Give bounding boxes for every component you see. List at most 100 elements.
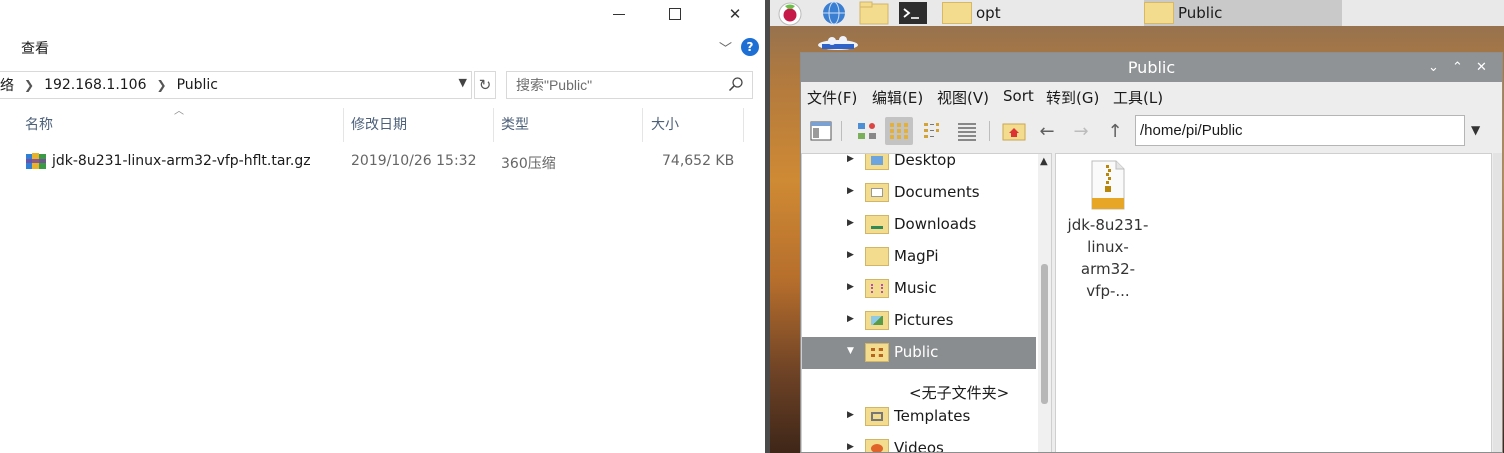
- column-header-size[interactable]: 大小: [645, 108, 742, 142]
- menu-view[interactable]: 视图(V): [937, 87, 989, 108]
- help-icon[interactable]: ?: [741, 38, 759, 56]
- collapse-arrow-icon[interactable]: ▼: [847, 346, 854, 356]
- downloads-folder-icon: [865, 215, 889, 234]
- tree-label: Desktop: [894, 153, 956, 169]
- archive-file-icon: [26, 153, 46, 169]
- detailed-list-view-button[interactable]: [953, 117, 981, 145]
- ribbon-tab-view[interactable]: 查看: [21, 38, 49, 58]
- tree-label: MagPi: [894, 247, 939, 265]
- expand-arrow-icon[interactable]: ▶: [847, 250, 854, 260]
- directory-tree: ▶ Desktop ▶ Documents ▶ Downloads ▶ MagP…: [801, 153, 1052, 452]
- scroll-up-icon[interactable]: ▲: [1040, 156, 1048, 167]
- chevron-up-icon[interactable]: ⌃: [1452, 53, 1463, 82]
- search-box[interactable]: [506, 71, 753, 99]
- search-icon[interactable]: [728, 76, 744, 92]
- tree-item-documents[interactable]: ▶ Documents: [802, 177, 1036, 209]
- menu-file[interactable]: 文件(F): [807, 87, 857, 108]
- breadcrumb-public[interactable]: Public: [177, 77, 218, 93]
- tree-scrollbar[interactable]: ▲: [1038, 154, 1051, 452]
- tree-item-downloads[interactable]: ▶ Downloads: [802, 209, 1036, 241]
- task-label: Public: [1178, 4, 1223, 22]
- icon-view-button[interactable]: [853, 117, 881, 145]
- close-button[interactable]: ✕: [712, 0, 758, 28]
- menu-edit[interactable]: 编辑(E): [872, 87, 923, 108]
- raspberry-menu-icon[interactable]: [776, 0, 804, 26]
- icon-view-icon: [858, 123, 876, 139]
- address-bar[interactable]: 络 ❯ 192.168.1.106 ❯ Public ▼: [0, 71, 472, 99]
- menu-tools[interactable]: 工具(L): [1113, 87, 1163, 108]
- arrow-up-icon: ↑: [1107, 120, 1123, 142]
- close-icon[interactable]: ✕: [1476, 53, 1487, 82]
- task-label: opt: [976, 4, 1001, 22]
- breadcrumb-network[interactable]: 络: [0, 75, 14, 95]
- minimize-button[interactable]: [596, 0, 642, 28]
- path-input[interactable]: [1136, 116, 1464, 145]
- table-row[interactable]: jdk-8u231-linux-arm32-vfp-hflt.tar.gz 20…: [22, 148, 750, 176]
- file-manager-window: Public ⌄ ⌃ ✕ 文件(F) 编辑(E) 视图(V) Sort 转到(G…: [800, 52, 1503, 453]
- expand-arrow-icon[interactable]: ▶: [847, 186, 854, 196]
- tree-item-magpi[interactable]: ▶ MagPi: [802, 241, 1036, 273]
- maximize-button[interactable]: [652, 0, 698, 28]
- chevron-down-icon[interactable]: ▼: [459, 76, 467, 89]
- menubar: 文件(F) 编辑(E) 视图(V) Sort 转到(G) 工具(L): [801, 83, 1502, 111]
- tree-item-templates[interactable]: ▶ Templates: [802, 401, 1036, 433]
- column-divider[interactable]: [493, 108, 494, 142]
- home-folder-icon: [1002, 123, 1026, 141]
- file-name: jdk-8u231-linux-arm32-vfp-hflt.tar.gz: [52, 153, 311, 169]
- terminal-icon[interactable]: [898, 0, 928, 26]
- file-label-line: linux-: [1087, 238, 1129, 256]
- scrollbar-thumb[interactable]: [1041, 264, 1048, 404]
- archive-file-icon: [1091, 160, 1125, 210]
- thumbnail-view-button[interactable]: [885, 117, 913, 145]
- up-button[interactable]: ↑: [1101, 117, 1129, 145]
- expand-arrow-icon[interactable]: ▶: [847, 314, 854, 324]
- watermark-text: https://blog.csdn.net/ap114: [1307, 425, 1488, 440]
- tree-item-videos[interactable]: ▶ Videos: [802, 433, 1036, 452]
- home-button[interactable]: [1000, 117, 1028, 145]
- chevron-right-icon[interactable]: ❯: [24, 78, 34, 92]
- expand-arrow-icon[interactable]: ▶: [847, 154, 854, 164]
- file-manager-icon[interactable]: [858, 0, 890, 26]
- tree-item-music[interactable]: ▶ Music: [802, 273, 1036, 305]
- web-browser-icon[interactable]: [820, 0, 848, 26]
- column-divider[interactable]: [343, 108, 344, 142]
- expand-arrow-icon[interactable]: ▶: [847, 218, 854, 228]
- back-button[interactable]: ←: [1033, 117, 1061, 145]
- tree-item-public[interactable]: ▼ Public: [802, 337, 1036, 369]
- file-size: 74,652 KB: [662, 153, 735, 169]
- expand-arrow-icon[interactable]: ▶: [847, 282, 854, 292]
- column-header-type[interactable]: 类型: [495, 108, 641, 142]
- taskbar-task-public[interactable]: Public: [1144, 0, 1342, 26]
- column-header-name[interactable]: 名称: [19, 108, 343, 142]
- taskbar-task-opt[interactable]: opt: [942, 0, 1142, 26]
- chevron-right-icon[interactable]: ❯: [157, 78, 167, 92]
- column-divider[interactable]: [743, 108, 744, 142]
- path-bar[interactable]: [1135, 115, 1465, 146]
- column-header-modified[interactable]: 修改日期: [345, 108, 493, 142]
- expand-arrow-icon[interactable]: ▶: [847, 410, 854, 420]
- expand-arrow-icon[interactable]: ▶: [847, 442, 854, 452]
- forward-button[interactable]: →: [1067, 117, 1095, 145]
- chevron-down-icon[interactable]: ▼: [1471, 123, 1480, 137]
- empty-subfolder-note: <无子文件夹>: [909, 384, 1010, 402]
- tree-item-desktop[interactable]: ▶ Desktop: [802, 153, 1036, 177]
- chevron-down-icon[interactable]: ⌄: [1428, 53, 1439, 82]
- menu-go[interactable]: 转到(G): [1046, 87, 1099, 108]
- tree-item-pictures[interactable]: ▶ Pictures: [802, 305, 1036, 337]
- templates-folder-icon: [865, 407, 889, 426]
- breadcrumb-host[interactable]: 192.168.1.106: [44, 77, 146, 93]
- menu-sort[interactable]: Sort: [1003, 87, 1034, 105]
- pane-scrollbar[interactable]: [1493, 153, 1502, 452]
- window-titlebar[interactable]: Public ⌄ ⌃ ✕: [801, 53, 1502, 82]
- folder-icon: [865, 247, 889, 266]
- ribbon-expand-chevron-icon[interactable]: ﹀: [719, 38, 732, 57]
- column-divider[interactable]: [642, 108, 643, 142]
- videos-folder-icon: [865, 439, 889, 452]
- refresh-button[interactable]: ↻: [474, 71, 496, 99]
- toolbar-separator: [841, 121, 842, 141]
- taskbar: opt Public: [770, 0, 1504, 26]
- file-view-pane: jdk-8u231- linux- arm32-vfp-...: [1055, 153, 1492, 452]
- new-window-button[interactable]: [807, 117, 835, 145]
- compact-view-button[interactable]: [919, 117, 947, 145]
- search-input[interactable]: [507, 72, 717, 98]
